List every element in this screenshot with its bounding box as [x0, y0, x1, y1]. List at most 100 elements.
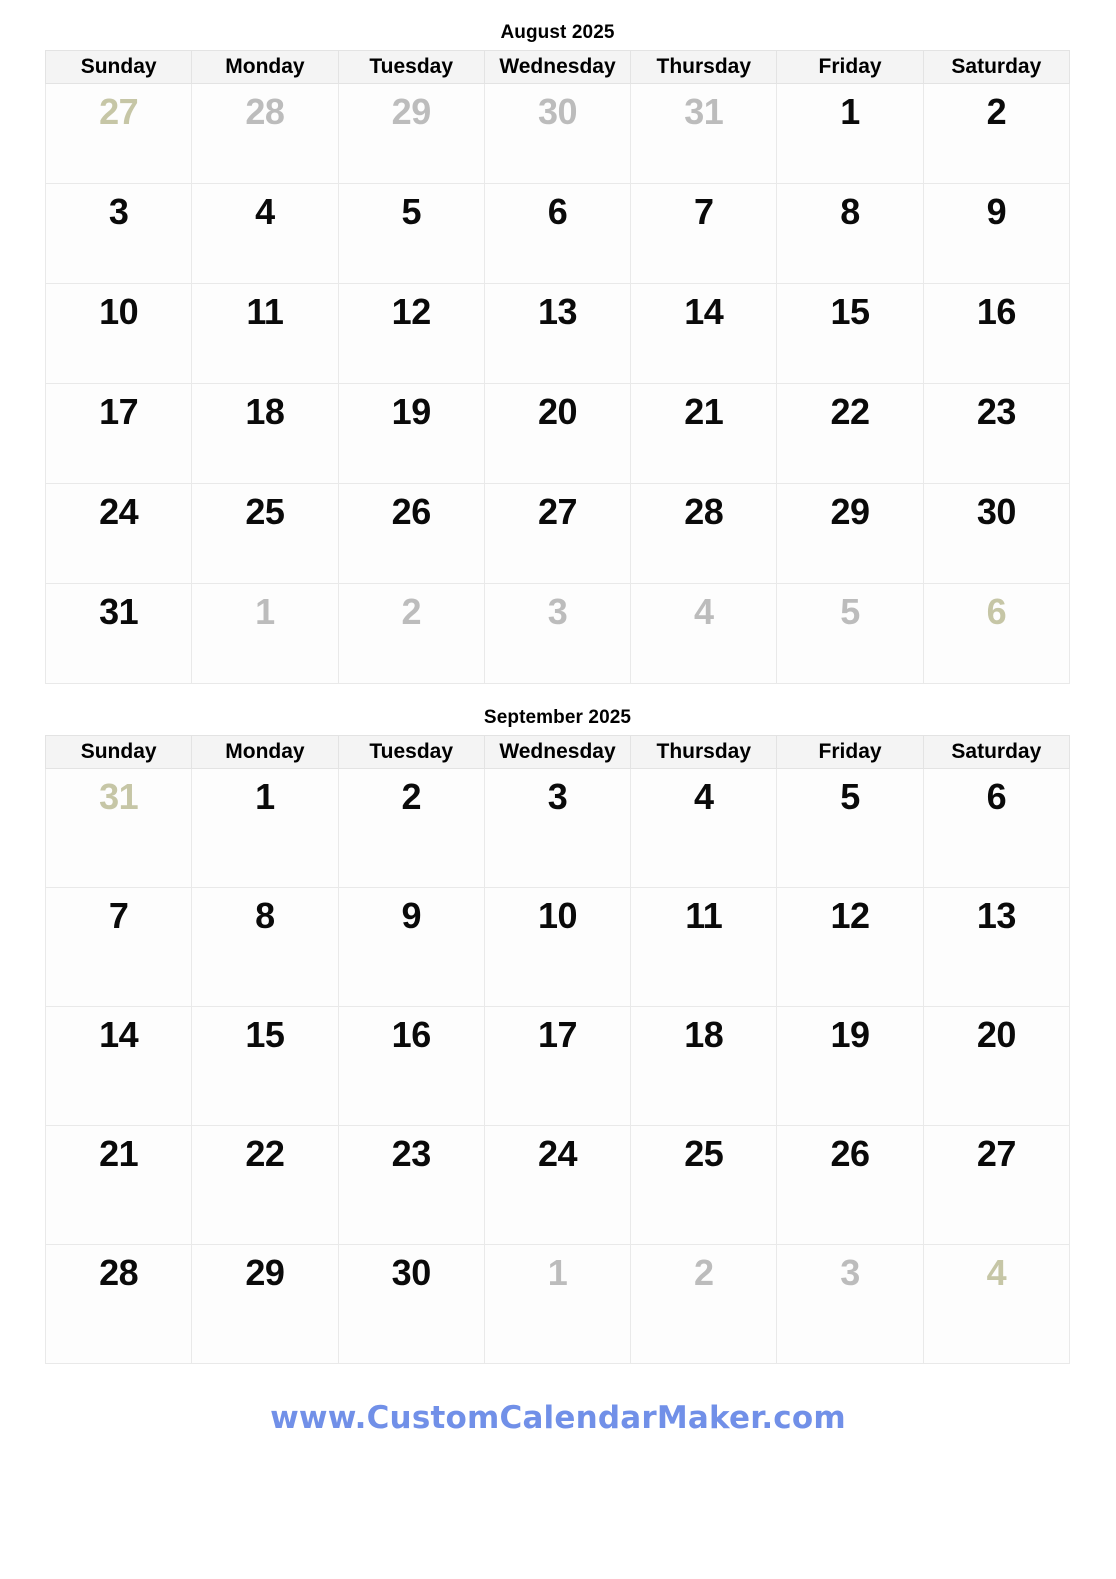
- calendar-day-cell[interactable]: 12: [337, 283, 485, 384]
- month-title-august: August 2025: [500, 22, 615, 43]
- calendar-day-cell[interactable]: 18: [191, 383, 339, 484]
- calendar-day-cell[interactable]: 3: [483, 768, 632, 888]
- calendar-day-cell[interactable]: 19: [337, 383, 485, 484]
- calendar-day-cell[interactable]: 28: [630, 483, 778, 584]
- calendar-day-cell[interactable]: 12: [776, 887, 924, 1007]
- calendar-day-cell[interactable]: 4: [630, 583, 778, 684]
- calendar-week-row: 31 1 2 3 4 5 6: [44, 768, 1071, 888]
- calendar-day-cell[interactable]: 24: [483, 1125, 632, 1245]
- calendar-day-cell[interactable]: 6: [922, 583, 1071, 684]
- day-number: 12: [830, 895, 871, 936]
- calendar-day-cell[interactable]: 9: [337, 887, 485, 1007]
- calendar-day-cell[interactable]: 5: [337, 183, 485, 284]
- calendar-day-cell[interactable]: 1: [191, 768, 339, 888]
- calendar-day-cell[interactable]: 31: [44, 768, 193, 888]
- day-number: 29: [391, 91, 432, 132]
- calendar-day-cell[interactable]: 21: [44, 1125, 193, 1245]
- calendar-day-cell[interactable]: 31: [44, 583, 193, 684]
- weekday-header-monday: Monday: [191, 735, 339, 769]
- calendar-day-cell[interactable]: 7: [630, 183, 778, 284]
- calendar-day-cell[interactable]: 30: [922, 483, 1071, 584]
- calendar-day-cell[interactable]: 22: [776, 383, 924, 484]
- calendar-day-cell[interactable]: 17: [483, 1006, 632, 1126]
- day-number: 19: [391, 391, 432, 432]
- calendar-day-cell[interactable]: 23: [337, 1125, 485, 1245]
- month-title-september: September 2025: [483, 707, 632, 728]
- day-number: 9: [986, 191, 1007, 232]
- calendar-day-cell[interactable]: 10: [483, 887, 632, 1007]
- calendar-day-cell[interactable]: 22: [191, 1125, 339, 1245]
- calendar-day-cell[interactable]: 18: [630, 1006, 778, 1126]
- calendar-day-cell[interactable]: 2: [630, 1244, 778, 1364]
- calendar-day-cell[interactable]: 31: [630, 83, 778, 184]
- calendar-day-cell[interactable]: 17: [44, 383, 193, 484]
- calendar-day-cell[interactable]: 10: [44, 283, 193, 384]
- calendar-day-cell[interactable]: 4: [191, 183, 339, 284]
- weekday-header-row: Sunday Monday Tuesday Wednesday Thursday…: [44, 735, 1071, 769]
- calendar-day-cell[interactable]: 13: [922, 887, 1071, 1007]
- calendar-day-cell[interactable]: 29: [337, 83, 485, 184]
- calendar-day-cell[interactable]: 2: [922, 83, 1071, 184]
- day-number: 11: [685, 895, 723, 936]
- calendar-day-cell[interactable]: 3: [776, 1244, 924, 1364]
- calendar-day-cell[interactable]: 20: [922, 1006, 1071, 1126]
- calendar-day-cell[interactable]: 3: [483, 583, 632, 684]
- calendar-day-cell[interactable]: 16: [922, 283, 1071, 384]
- calendar-day-cell[interactable]: 7: [44, 887, 193, 1007]
- calendar-day-cell[interactable]: 8: [776, 183, 924, 284]
- calendar-day-cell[interactable]: 11: [630, 887, 778, 1007]
- calendar-day-cell[interactable]: 27: [922, 1125, 1071, 1245]
- calendar-day-cell[interactable]: 16: [337, 1006, 485, 1126]
- calendar-day-cell[interactable]: 20: [483, 383, 632, 484]
- calendar-day-cell[interactable]: 29: [776, 483, 924, 584]
- calendar-day-cell[interactable]: 13: [483, 283, 632, 384]
- calendar-day-cell[interactable]: 4: [630, 768, 778, 888]
- footer-website-url[interactable]: www.CustomCalendarMaker.com: [0, 1400, 1116, 1436]
- calendar-day-cell[interactable]: 25: [191, 483, 339, 584]
- calendar-day-cell[interactable]: 30: [337, 1244, 485, 1364]
- month-block-september: September 2025 Sunday Monday Tuesday Wed…: [44, 705, 1071, 1364]
- calendar-day-cell[interactable]: 1: [191, 583, 339, 684]
- calendar-day-cell[interactable]: 9: [922, 183, 1071, 284]
- calendar-day-cell[interactable]: 27: [483, 483, 632, 584]
- day-number: 28: [245, 91, 285, 132]
- calendar-day-cell[interactable]: 19: [776, 1006, 924, 1126]
- day-number: 3: [108, 191, 129, 232]
- calendar-day-cell[interactable]: 5: [776, 768, 924, 888]
- day-number: 14: [99, 1014, 139, 1055]
- day-number: 4: [694, 591, 714, 632]
- calendar-day-cell[interactable]: 1: [483, 1244, 632, 1364]
- calendar-day-cell[interactable]: 28: [191, 83, 339, 184]
- calendar-day-cell[interactable]: 15: [776, 283, 924, 384]
- calendar-day-cell[interactable]: 26: [337, 483, 485, 584]
- day-number: 27: [537, 491, 578, 532]
- day-number: 2: [986, 91, 1007, 132]
- calendar-day-cell[interactable]: 30: [483, 83, 632, 184]
- calendar-day-cell[interactable]: 2: [337, 768, 485, 888]
- day-number: 21: [684, 391, 724, 432]
- calendar-day-cell[interactable]: 24: [44, 483, 193, 584]
- calendar-day-cell[interactable]: 3: [44, 183, 193, 284]
- calendar-day-cell[interactable]: 23: [922, 383, 1071, 484]
- calendar-day-cell[interactable]: 14: [44, 1006, 193, 1126]
- calendar-day-cell[interactable]: 11: [191, 283, 339, 384]
- day-number: 23: [976, 391, 1017, 432]
- calendar-day-cell[interactable]: 21: [630, 383, 778, 484]
- calendar-day-cell[interactable]: 1: [776, 83, 924, 184]
- calendar-day-cell[interactable]: 5: [776, 583, 924, 684]
- calendar-day-cell[interactable]: 15: [191, 1006, 339, 1126]
- calendar-day-cell[interactable]: 4: [922, 1244, 1071, 1364]
- calendar-week-row: 24 25 26 27 28 29 30: [44, 483, 1071, 584]
- calendar-day-cell[interactable]: 2: [337, 583, 485, 684]
- day-number: 2: [694, 1252, 714, 1293]
- calendar-day-cell[interactable]: 26: [776, 1125, 924, 1245]
- calendar-day-cell[interactable]: 27: [44, 83, 193, 184]
- calendar-day-cell[interactable]: 8: [191, 887, 339, 1007]
- calendar-day-cell[interactable]: 28: [44, 1244, 193, 1364]
- calendar-day-cell[interactable]: 29: [191, 1244, 339, 1364]
- calendar-day-cell[interactable]: 25: [630, 1125, 778, 1245]
- day-number: 4: [694, 776, 714, 817]
- calendar-day-cell[interactable]: 6: [922, 768, 1071, 888]
- calendar-day-cell[interactable]: 6: [483, 183, 632, 284]
- calendar-day-cell[interactable]: 14: [630, 283, 778, 384]
